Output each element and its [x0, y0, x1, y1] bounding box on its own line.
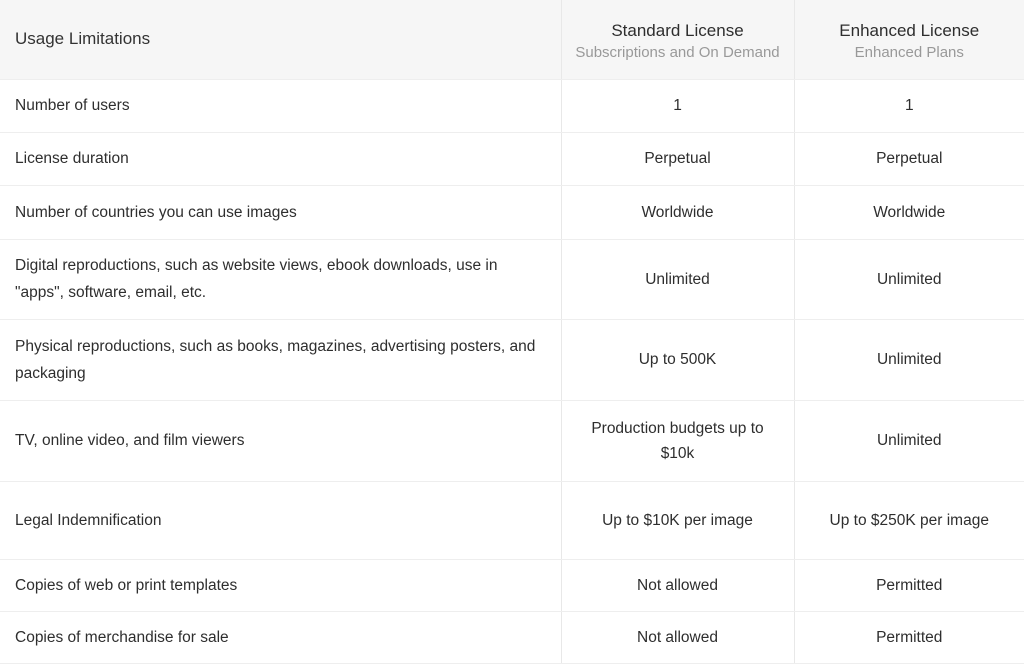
standard-value: Not allowed [561, 559, 795, 612]
table-row: Copies of web or print templates Not all… [0, 559, 1024, 612]
enhanced-license-title: Enhanced License [839, 20, 980, 40]
standard-value: Worldwide [561, 185, 795, 240]
standard-license-title: Standard License [611, 20, 744, 40]
feature-label: Copies of merchandise for sale [0, 611, 562, 664]
feature-label: Copies of web or print templates [0, 559, 562, 612]
feature-label: Digital reproductions, such as website v… [0, 239, 562, 320]
enhanced-value: 1 [794, 79, 1024, 133]
license-comparison-table: Usage Limitations Standard License Subsc… [0, 0, 1024, 664]
table-row: Copies of merchandise for sale Not allow… [0, 611, 1024, 664]
table-row: Legal Indemnification Up to $10K per ima… [0, 481, 1024, 560]
feature-label: Legal Indemnification [0, 481, 562, 560]
enhanced-value: Unlimited [794, 400, 1024, 482]
enhanced-value: Unlimited [794, 239, 1024, 320]
table-row: License duration Perpetual Perpetual [0, 132, 1024, 186]
feature-label: TV, online video, and film viewers [0, 400, 562, 482]
enhanced-value: Permitted [794, 611, 1024, 664]
feature-label: License duration [0, 132, 562, 186]
enhanced-value: Worldwide [794, 185, 1024, 240]
table-row: TV, online video, and film viewers Produ… [0, 400, 1024, 482]
enhanced-value: Perpetual [794, 132, 1024, 186]
column-header-enhanced-license: Enhanced License Enhanced Plans [794, 0, 1024, 80]
feature-label: Number of users [0, 79, 562, 133]
enhanced-value: Permitted [794, 559, 1024, 612]
standard-value: Not allowed [561, 611, 795, 664]
column-header-usage-limitations: Usage Limitations [0, 0, 562, 80]
table-row: Number of countries you can use images W… [0, 185, 1024, 240]
table-header-row: Usage Limitations Standard License Subsc… [0, 0, 1024, 80]
enhanced-value: Up to $250K per image [794, 481, 1024, 560]
table-header: Usage Limitations Standard License Subsc… [0, 0, 1024, 80]
table-row: Number of users 1 1 [0, 79, 1024, 133]
standard-value: Unlimited [561, 239, 795, 320]
table-row: Physical reproductions, such as books, m… [0, 319, 1024, 401]
column-header-standard-license: Standard License Subscriptions and On De… [561, 0, 795, 80]
standard-value: Up to 500K [561, 319, 795, 401]
standard-value: Perpetual [561, 132, 795, 186]
standard-value: Up to $10K per image [561, 481, 795, 560]
standard-value: 1 [561, 79, 795, 133]
standard-license-subtitle: Subscriptions and On Demand [575, 43, 780, 61]
standard-value: Production budgets up to $10k [561, 400, 795, 482]
enhanced-value: Unlimited [794, 319, 1024, 401]
table-row: Digital reproductions, such as website v… [0, 239, 1024, 320]
enhanced-license-subtitle: Enhanced Plans [854, 43, 964, 61]
table-body: Number of users 1 1 License duration Per… [0, 79, 1024, 664]
feature-label: Number of countries you can use images [0, 185, 562, 240]
feature-label: Physical reproductions, such as books, m… [0, 319, 562, 401]
